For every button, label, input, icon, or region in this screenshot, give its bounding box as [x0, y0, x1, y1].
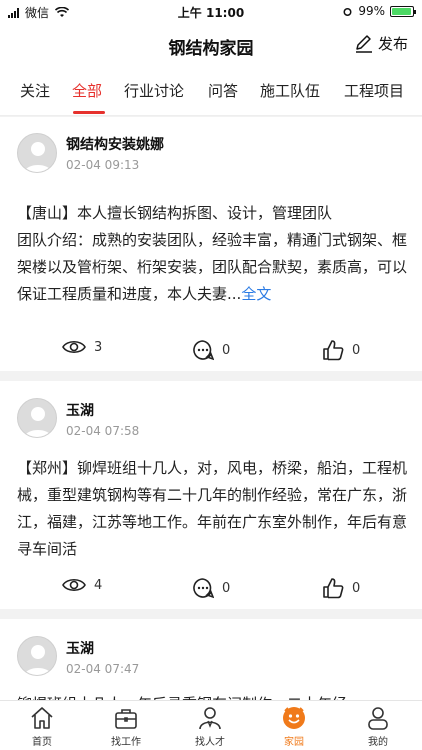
tab-construction-teams[interactable]: 施工队伍 — [260, 80, 320, 101]
read-more-link[interactable]: 全文 — [241, 285, 271, 303]
status-right: 99% — [342, 4, 416, 18]
status-bar: 微信 上午 11:00 99% — [0, 0, 422, 22]
post-text: 【郑州】铆焊班组十几人，对，风电，桥梁，船泊，工程机械，重型建筑钢构等有二十几年… — [17, 459, 408, 558]
alarm-icon — [343, 7, 352, 16]
avatar[interactable] — [17, 636, 57, 676]
tabbar-label: 找工作 — [111, 737, 141, 748]
post-time: 02-04 07:47 — [66, 662, 140, 676]
user-avatar-icon — [24, 645, 52, 675]
tab-industry-discussion[interactable]: 行业讨论 — [124, 80, 184, 101]
tabbar-community[interactable]: 家园 — [264, 705, 324, 748]
comments-button[interactable]: 0 — [192, 577, 230, 599]
category-tabs: 关注 全部 行业讨论 问答 施工队伍 工程项目 — [0, 66, 422, 116]
tabbar-label: 家园 — [284, 737, 304, 748]
tabbar-profile[interactable]: 我的 — [348, 705, 408, 748]
tabbar-label: 我的 — [368, 737, 388, 748]
tabbar-find-talent[interactable]: 找人才 — [180, 705, 240, 748]
views-count: 4 — [94, 577, 103, 593]
author-name[interactable]: 玉湖 — [66, 638, 94, 658]
bottom-tab-bar: 首页 找工作 找人才 家园 我的 — [0, 700, 422, 750]
post-text: 【唐山】本人擅长钢结构拆图、设计，管理团队 团队介绍：成熟的安装团队，经验丰富，… — [17, 204, 408, 303]
likes-count: 0 — [352, 342, 361, 358]
publish-button[interactable]: 发布 — [353, 32, 408, 54]
tabbar-label: 首页 — [32, 737, 52, 748]
post-time: 02-04 09:13 — [66, 158, 140, 172]
views-stat: 3 — [62, 339, 102, 355]
author-name[interactable]: 玉湖 — [66, 400, 94, 420]
briefcase-icon — [115, 709, 137, 729]
person-search-icon — [199, 707, 221, 730]
user-avatar-icon — [24, 407, 52, 437]
home-icon — [31, 707, 53, 729]
avatar[interactable] — [17, 133, 57, 173]
community-icon — [283, 707, 305, 729]
views-stat: 4 — [62, 577, 102, 593]
tabbar-label: 找人才 — [195, 737, 225, 748]
post-body: 【唐山】本人擅长钢结构拆图、设计，管理团队 团队介绍：成熟的安装团队，经验丰富，… — [17, 200, 409, 308]
active-tab-indicator — [73, 111, 105, 114]
comments-count: 0 — [222, 580, 231, 596]
author-name[interactable]: 钢结构安装姚娜 — [66, 134, 164, 154]
comments-count: 0 — [222, 342, 231, 358]
comment-icon — [193, 340, 214, 361]
comments-button[interactable]: 0 — [192, 339, 230, 361]
nav-bar: 钢结构家园 发布 — [0, 22, 422, 66]
user-avatar-icon — [24, 142, 52, 172]
post-stats: 4 0 0 — [0, 577, 422, 601]
profile-icon — [368, 707, 388, 730]
comment-icon — [193, 578, 214, 599]
post-card[interactable]: 钢结构安装姚娜 02-04 09:13 【唐山】本人擅长钢结构拆图、设计，管理团… — [0, 117, 422, 371]
post-stats: 3 0 0 — [0, 339, 422, 363]
eye-icon — [62, 578, 86, 592]
post-time: 02-04 07:58 — [66, 424, 140, 438]
eye-icon — [62, 340, 86, 354]
thumbs-up-icon — [323, 578, 344, 599]
tabbar-home[interactable]: 首页 — [12, 705, 72, 748]
publish-label: 发布 — [377, 34, 408, 53]
tabbar-find-job[interactable]: 找工作 — [96, 705, 156, 748]
like-button[interactable]: 0 — [322, 339, 360, 361]
likes-count: 0 — [352, 580, 361, 596]
avatar[interactable] — [17, 398, 57, 438]
battery-icon — [390, 5, 416, 17]
battery-percent: 99% — [358, 4, 385, 18]
tab-follow[interactable]: 关注 — [20, 80, 50, 101]
thumbs-up-icon — [323, 340, 344, 361]
like-button[interactable]: 0 — [322, 577, 360, 599]
tab-qa[interactable]: 问答 — [208, 80, 238, 101]
tab-projects[interactable]: 工程项目 — [344, 80, 404, 101]
pen-icon — [355, 35, 372, 53]
tab-all[interactable]: 全部 — [72, 80, 102, 101]
post-card[interactable]: 玉湖 02-04 07:58 【郑州】铆焊班组十几人，对，风电，桥梁，船泊，工程… — [0, 381, 422, 609]
views-count: 3 — [94, 339, 103, 355]
